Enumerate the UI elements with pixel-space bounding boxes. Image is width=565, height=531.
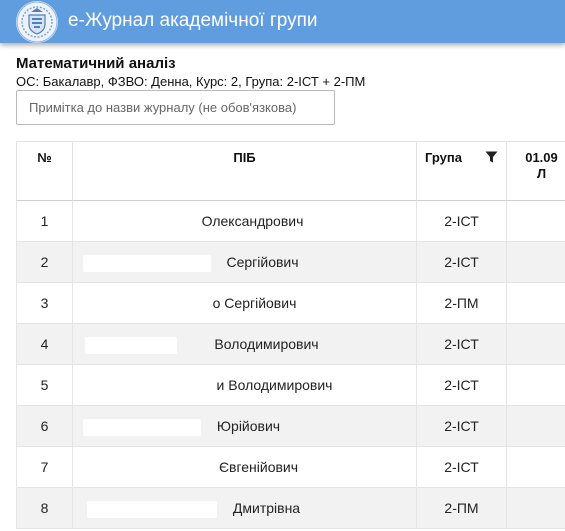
- row-group: 2-ІСТ: [417, 201, 507, 242]
- row-name-cell[interactable]: Дмитрівна: [73, 488, 417, 529]
- students-table: № ПІБ Група 01.09 Л 1 Олександрович: [16, 141, 565, 531]
- table-header-row: № ПІБ Група 01.09 Л: [17, 142, 565, 201]
- redaction-mask: [85, 337, 177, 354]
- row-name-cell[interactable]: Євгенійович: [73, 447, 417, 488]
- course-title: Математичний аналіз: [16, 55, 176, 72]
- column-header-group-label: Група: [425, 150, 462, 165]
- row-name: Сергійович: [226, 254, 298, 270]
- row-name-cell[interactable]: Олександрович: [73, 201, 417, 242]
- table-row[interactable]: 7 Євгенійович 2-ІСТ: [17, 447, 565, 488]
- row-group: 2-ІСТ: [417, 324, 507, 365]
- table-row[interactable]: 5 и Володимирович 2-ІСТ: [17, 365, 565, 406]
- table-row[interactable]: 1 Олександрович 2-ІСТ: [17, 201, 565, 242]
- row-name-cell[interactable]: о Сергійович: [73, 283, 417, 324]
- row-grade-cell[interactable]: [507, 242, 565, 283]
- row-number: 5: [17, 365, 73, 406]
- redaction-mask: [87, 501, 217, 518]
- row-number: 8: [17, 488, 73, 529]
- app-title: е-Журнал академічної групи: [68, 10, 318, 32]
- row-name: Юрійович: [217, 418, 280, 434]
- row-number: 3: [17, 283, 73, 324]
- row-name-cell[interactable]: Сергійович: [73, 242, 417, 283]
- row-group: 2-ПМ: [417, 283, 507, 324]
- column-header-date[interactable]: 01.09 Л: [507, 142, 565, 201]
- row-number: 4: [17, 324, 73, 365]
- column-header-name[interactable]: ПІБ: [73, 142, 417, 201]
- row-name-cell[interactable]: Володимирович: [73, 324, 417, 365]
- row-group: 2-ПМ: [417, 488, 507, 529]
- row-grade-cell[interactable]: [507, 283, 565, 324]
- row-name-cell[interactable]: Юрійович: [73, 406, 417, 447]
- table-row[interactable]: 6 Юрійович 2-ІСТ: [17, 406, 565, 447]
- row-grade-cell[interactable]: [507, 201, 565, 242]
- course-subtitle: ОС: Бакалавр, ФЗВО: Денна, Курс: 2, Груп…: [16, 74, 365, 89]
- row-name-cell[interactable]: и Володимирович: [73, 365, 417, 406]
- row-group: 2-ІСТ: [417, 447, 507, 488]
- row-number: 1: [17, 201, 73, 242]
- row-group: 2-ІСТ: [417, 365, 507, 406]
- row-number: 7: [17, 447, 73, 488]
- column-header-date-label: 01.09: [511, 150, 565, 166]
- row-number: 2: [17, 242, 73, 283]
- table-row[interactable]: 4 Володимирович 2-ІСТ: [17, 324, 565, 365]
- row-grade-cell[interactable]: [507, 447, 565, 488]
- redaction-mask: [83, 419, 201, 436]
- row-name: Володимирович: [214, 336, 318, 352]
- row-grade-cell[interactable]: [507, 488, 565, 529]
- journal-note-input[interactable]: [16, 90, 335, 125]
- row-name: Євгенійович: [219, 459, 298, 475]
- university-crest-icon[interactable]: [16, 1, 58, 43]
- table-row[interactable]: 8 Дмитрівна 2-ПМ: [17, 488, 565, 529]
- row-name: и Володимирович: [217, 377, 333, 393]
- redaction-mask: [83, 255, 211, 272]
- row-number: 6: [17, 406, 73, 447]
- column-header-date-type: Л: [511, 166, 565, 182]
- row-grade-cell[interactable]: [507, 365, 565, 406]
- row-name: Дмитрівна: [233, 500, 300, 516]
- row-group: 2-ІСТ: [417, 406, 507, 447]
- row-group: 2-ІСТ: [417, 242, 507, 283]
- row-grade-cell[interactable]: [507, 324, 565, 365]
- column-header-number[interactable]: №: [17, 142, 73, 201]
- row-name: о Сергійович: [213, 295, 297, 311]
- table-row[interactable]: 2 Сергійович 2-ІСТ: [17, 242, 565, 283]
- table-row[interactable]: 3 о Сергійович 2-ПМ: [17, 283, 565, 324]
- app-header: е-Журнал академічної групи: [0, 0, 565, 43]
- row-name: Олександрович: [202, 213, 304, 229]
- column-header-group[interactable]: Група: [417, 142, 507, 201]
- row-grade-cell[interactable]: [507, 406, 565, 447]
- filter-icon[interactable]: [485, 151, 498, 163]
